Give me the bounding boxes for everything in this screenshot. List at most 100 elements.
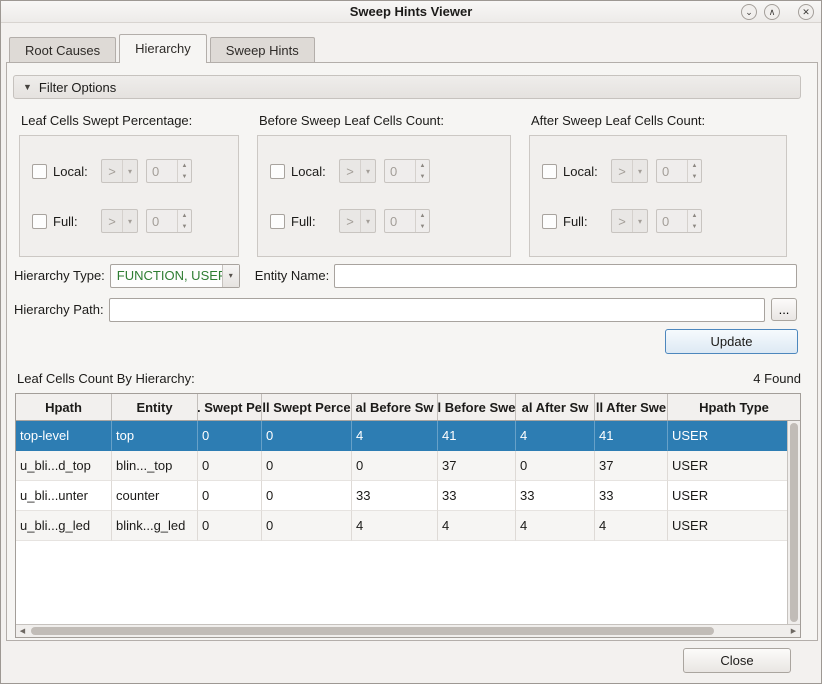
full-checkbox[interactable] — [542, 214, 557, 229]
chevron-down-icon: ▾ — [122, 210, 137, 232]
table-body: top-leveltop00441441USERu_bli...d_topbli… — [16, 421, 787, 624]
local-operator-dropdown[interactable]: > ▾ — [339, 159, 376, 183]
column-header[interactable]: Hpath Type — [668, 394, 800, 420]
horizontal-scrollbar-thumb[interactable] — [31, 627, 714, 635]
local-value-spinner[interactable]: 0 ▲ ▼ — [146, 159, 192, 183]
table-cell: 0 — [198, 421, 262, 451]
horizontal-scrollbar[interactable]: ◀ ▶ — [16, 624, 800, 637]
spinner-up-icon[interactable]: ▲ — [688, 160, 701, 171]
table-cell: 0 — [198, 451, 262, 481]
group-title: Before Sweep Leaf Cells Count: — [259, 113, 511, 128]
tab-content-panel: ▼ Filter Options Leaf Cells Swept Percen… — [6, 62, 818, 641]
hierarchy-type-dropdown[interactable]: FUNCTION, USER ▾ — [110, 264, 240, 288]
results-caption: Leaf Cells Count By Hierarchy: — [17, 371, 195, 386]
spinner-buttons: ▲ ▼ — [687, 160, 701, 182]
spinner-up-icon[interactable]: ▲ — [688, 210, 701, 221]
hierarchy-table: HpathEntity. Swept Pell Swept Perceal Be… — [15, 393, 801, 638]
spinner-down-icon[interactable]: ▼ — [688, 171, 701, 182]
spinner-down-icon[interactable]: ▼ — [178, 221, 191, 232]
column-header[interactable]: ll Swept Perce — [262, 394, 352, 420]
close-button[interactable]: Close — [683, 648, 791, 673]
vertical-scrollbar[interactable] — [787, 421, 800, 624]
local-checkbox[interactable] — [32, 164, 47, 179]
chevron-down-icon: ▾ — [360, 210, 375, 232]
table-cell: USER — [668, 511, 787, 541]
chevron-down-icon: ▾ — [122, 160, 137, 182]
column-header[interactable]: ll After Swe — [595, 394, 668, 420]
local-operator-dropdown[interactable]: > ▾ — [611, 159, 648, 183]
table-row[interactable]: top-leveltop00441441USER — [16, 421, 787, 451]
full-criteria-row: Full: > ▾ 0 ▲ ▼ — [270, 208, 498, 234]
table-cell: 0 — [198, 511, 262, 541]
column-header[interactable]: al After Sw — [516, 394, 595, 420]
full-criteria-row: Full: > ▾ 0 ▲ ▼ — [542, 208, 774, 234]
local-label: Local: — [563, 164, 605, 179]
spinner-up-icon[interactable]: ▲ — [178, 210, 191, 221]
results-count: 4 Found — [753, 371, 801, 386]
full-checkbox[interactable] — [270, 214, 285, 229]
spinner-down-icon[interactable]: ▼ — [688, 221, 701, 232]
full-operator-dropdown[interactable]: > ▾ — [101, 209, 138, 233]
table-row[interactable]: u_bli...d_topblin..._top00037037USER — [16, 451, 787, 481]
spinner-down-icon[interactable]: ▼ — [416, 221, 429, 232]
table-cell: 0 — [262, 511, 352, 541]
local-checkbox[interactable] — [270, 164, 285, 179]
local-value-spinner[interactable]: 0 ▲ ▼ — [384, 159, 430, 183]
tab-sweep-hints[interactable]: Sweep Hints — [210, 37, 315, 62]
tab-bar: Root Causes Hierarchy Sweep Hints — [9, 34, 318, 62]
table-row[interactable]: u_bli...g_ledblink...g_led004444USER — [16, 511, 787, 541]
operator-value: > — [340, 210, 360, 232]
table-cell: blin..._top — [112, 451, 198, 481]
table-row[interactable]: u_bli...untercounter0033333333USER — [16, 481, 787, 511]
table-cell: 4 — [516, 511, 595, 541]
column-header[interactable]: Entity — [112, 394, 198, 420]
full-value-spinner[interactable]: 0 ▲ ▼ — [384, 209, 430, 233]
spinner-up-icon[interactable]: ▲ — [416, 160, 429, 171]
hierarchy-path-label: Hierarchy Path: — [14, 302, 104, 317]
vertical-scrollbar-thumb[interactable] — [790, 423, 798, 622]
local-value-spinner[interactable]: 0 ▲ ▼ — [656, 159, 702, 183]
column-header[interactable]: Hpath — [16, 394, 112, 420]
spinner-buttons: ▲ ▼ — [687, 210, 701, 232]
hierarchy-type-value: FUNCTION, USER — [111, 265, 222, 287]
group-title: After Sweep Leaf Cells Count: — [531, 113, 787, 128]
spinner-up-icon[interactable]: ▲ — [178, 160, 191, 171]
hierarchy-path-input[interactable] — [109, 298, 765, 322]
spinner-value: 0 — [385, 210, 415, 232]
filter-options-expander[interactable]: ▼ Filter Options — [13, 75, 801, 99]
spinner-down-icon[interactable]: ▼ — [416, 171, 429, 182]
operator-value: > — [612, 210, 632, 232]
full-label: Full: — [563, 214, 605, 229]
table-cell: counter — [112, 481, 198, 511]
tab-root-causes[interactable]: Root Causes — [9, 37, 116, 62]
local-checkbox[interactable] — [542, 164, 557, 179]
browse-button[interactable]: ... — [771, 298, 797, 321]
maximize-button[interactable]: ∧ — [764, 4, 780, 20]
window-title: Sweep Hints Viewer — [350, 4, 473, 19]
table-cell: USER — [668, 481, 787, 511]
scroll-right-icon[interactable]: ▶ — [787, 625, 800, 637]
tab-hierarchy[interactable]: Hierarchy — [119, 34, 207, 62]
close-window-button[interactable]: ✕ — [798, 4, 814, 20]
results-caption-row: Leaf Cells Count By Hierarchy: 4 Found — [17, 371, 801, 386]
update-button[interactable]: Update — [665, 329, 798, 354]
column-header[interactable]: . Swept Pe — [198, 394, 262, 420]
local-operator-dropdown[interactable]: > ▾ — [101, 159, 138, 183]
table-cell: 0 — [516, 451, 595, 481]
spinner-up-icon[interactable]: ▲ — [416, 210, 429, 221]
full-value-spinner[interactable]: 0 ▲ ▼ — [146, 209, 192, 233]
column-header[interactable]: l Before Swe — [438, 394, 516, 420]
full-checkbox[interactable] — [32, 214, 47, 229]
column-header[interactable]: al Before Sw — [352, 394, 438, 420]
full-operator-dropdown[interactable]: > ▾ — [611, 209, 648, 233]
scroll-left-icon[interactable]: ◀ — [16, 625, 29, 637]
table-header: HpathEntity. Swept Pell Swept Perceal Be… — [16, 394, 800, 421]
full-value-spinner[interactable]: 0 ▲ ▼ — [656, 209, 702, 233]
table-cell: 41 — [595, 421, 668, 451]
window-controls: ⌄ ∧ ✕ — [741, 4, 814, 20]
local-criteria-row: Local: > ▾ 0 ▲ ▼ — [32, 158, 226, 184]
full-operator-dropdown[interactable]: > ▾ — [339, 209, 376, 233]
spinner-down-icon[interactable]: ▼ — [178, 171, 191, 182]
entity-name-input[interactable] — [334, 264, 797, 288]
unmaximize-button[interactable]: ⌄ — [741, 4, 757, 20]
